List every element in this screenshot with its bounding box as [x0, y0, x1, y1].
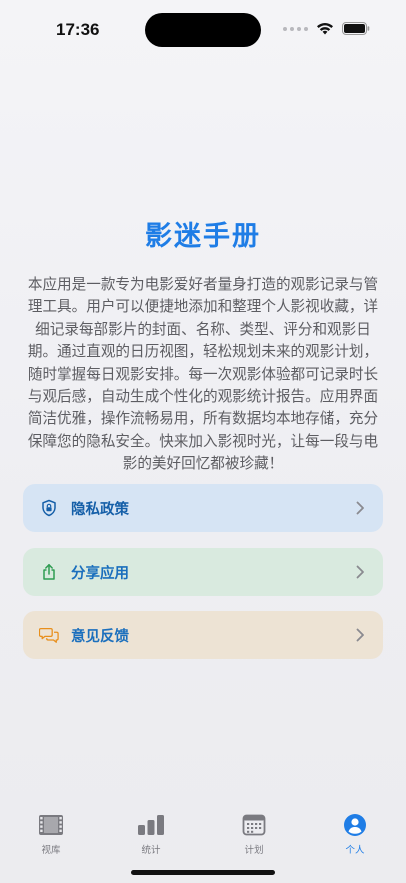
app-description: 本应用是一款专为电影爱好者量身打造的观影记录与管理工具。用户可以便捷地添加和整理… [27, 276, 379, 473]
shield-lock-icon [39, 498, 59, 518]
share-icon [39, 562, 59, 582]
share-app-label: 分享应用 [71, 565, 129, 582]
battery-icon [342, 22, 370, 35]
tab-library[interactable]: 视库 [16, 812, 86, 856]
tab-stats[interactable]: 统计 [116, 812, 186, 856]
home-indicator [131, 870, 275, 875]
cellular-signal-icon [283, 26, 308, 31]
status-indicators [283, 22, 370, 35]
tab-plan-label: 计划 [244, 845, 264, 856]
app-title: 影迷手册 [145, 221, 261, 252]
chat-bubbles-icon [39, 625, 59, 645]
feedback-label: 意见反馈 [71, 628, 129, 645]
chevron-right-icon [356, 628, 364, 642]
tab-plan[interactable]: 计划 [219, 812, 289, 856]
tab-profile-label: 个人 [345, 845, 365, 856]
person-circle-icon [320, 812, 390, 838]
wifi-icon [316, 22, 334, 35]
privacy-policy-button[interactable]: 隐私政策 [23, 484, 383, 532]
film-icon [16, 812, 86, 838]
chevron-right-icon [356, 501, 364, 515]
calendar-icon [219, 812, 289, 838]
tab-library-label: 视库 [41, 845, 61, 856]
tab-bar: 视库 统计 计划 个人 [0, 800, 406, 860]
status-time: 17:36 [56, 20, 100, 39]
share-app-button[interactable]: 分享应用 [23, 548, 383, 596]
tab-stats-label: 统计 [141, 845, 161, 856]
bar-chart-icon [116, 812, 186, 838]
status-bar: 17:36 [0, 0, 406, 60]
privacy-policy-label: 隐私政策 [71, 501, 129, 518]
dynamic-island [145, 13, 261, 47]
feedback-button[interactable]: 意见反馈 [23, 611, 383, 659]
chevron-right-icon [356, 565, 364, 579]
tab-profile[interactable]: 个人 [320, 812, 390, 856]
